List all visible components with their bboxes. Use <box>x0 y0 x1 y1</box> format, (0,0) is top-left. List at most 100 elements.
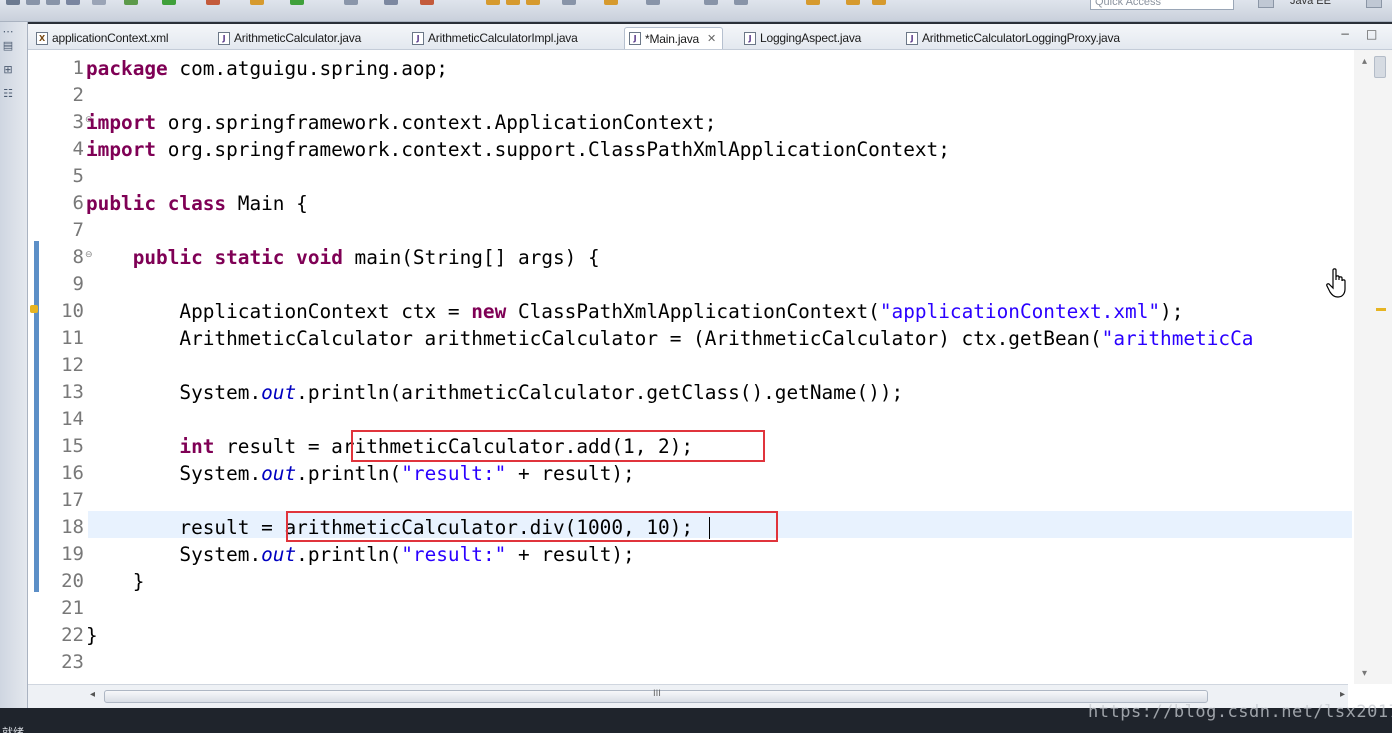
status-text: 就绪 <box>2 726 24 733</box>
line-number: 9 <box>72 273 84 295</box>
code-line: public static void main(String[] args) { <box>132 246 600 269</box>
perspective-java-ee[interactable]: Java EE <box>1290 0 1331 8</box>
highlight-box-div <box>286 511 778 542</box>
outline-icon[interactable]: ☷ <box>1 88 15 100</box>
java-file-icon: J <box>744 31 756 45</box>
line-number: 5 <box>72 165 84 187</box>
open-type-icon[interactable] <box>420 0 434 5</box>
annotation-icon[interactable] <box>562 0 576 5</box>
run-last-icon[interactable] <box>290 0 304 5</box>
code-text[interactable]: package com.atguigu.spring.aop; import o… <box>86 50 1354 708</box>
new-java-icon[interactable] <box>344 0 358 5</box>
code-editor[interactable]: 1 2 3 4 5 6 7 8 9 10 11 12 13 14 15 16 1… <box>28 50 1392 708</box>
highlight-box-add <box>351 430 765 462</box>
quick-access-input[interactable]: Quick Access <box>1090 0 1234 10</box>
code-line: ApplicationContext ctx = new ClassPathXm… <box>86 300 1184 323</box>
tab-label: ArithmeticCalculator.java <box>234 31 362 45</box>
history-icon[interactable] <box>734 0 748 5</box>
java-file-icon: J <box>218 31 230 45</box>
tab-arithmetic-calculator[interactable]: J ArithmeticCalculator.java <box>214 27 367 49</box>
java-file-icon: J <box>629 32 641 45</box>
external-tools-icon[interactable] <box>250 0 264 5</box>
xml-file-icon: X <box>36 31 48 45</box>
folder-icon[interactable] <box>486 0 500 5</box>
vertical-scroll-thumb[interactable] <box>1374 56 1386 78</box>
hierarchy-icon[interactable]: ⊞ <box>1 64 15 76</box>
debug-icon[interactable] <box>124 0 138 5</box>
code-line: ArithmeticCalculator arithmeticCalculato… <box>86 327 1254 350</box>
new-icon[interactable] <box>6 0 20 5</box>
overview-warning-mark[interactable] <box>1376 308 1386 311</box>
warning-icon[interactable] <box>30 305 38 313</box>
scroll-right-icon[interactable]: ▸ <box>1340 689 1345 700</box>
line-number: 22 <box>61 624 84 646</box>
minimize-icon[interactable]: − <box>1340 27 1350 41</box>
package-explorer-icon[interactable]: ▤ <box>1 40 15 52</box>
line-number: 12 <box>61 354 84 376</box>
print-icon[interactable] <box>46 0 60 5</box>
code-line: import org.springframework.context.Appli… <box>86 111 717 134</box>
line-number-gutter: 1 2 3 4 5 6 7 8 9 10 11 12 13 14 15 16 1… <box>46 50 93 708</box>
quick-diff-bar <box>34 241 39 592</box>
line-number: 14 <box>61 408 84 430</box>
restore-icon[interactable]: ⋯ <box>1 26 15 38</box>
line-number: 3 <box>72 111 84 133</box>
open-folder-icon[interactable] <box>506 0 520 5</box>
hand-cursor-icon <box>1326 268 1346 298</box>
search-icon[interactable] <box>384 0 398 5</box>
line-number: 11 <box>61 327 84 349</box>
line-number: 10 <box>61 300 84 322</box>
annotation-ruler <box>28 50 48 708</box>
line-number: 1 <box>72 57 84 79</box>
save-icon[interactable] <box>26 0 40 5</box>
pin-icon[interactable] <box>646 0 660 5</box>
run-icon[interactable] <box>162 0 176 5</box>
horizontal-scroll-thumb[interactable]: III <box>104 689 1208 703</box>
scroll-up-icon[interactable]: ▴ <box>1362 56 1367 67</box>
line-number: 17 <box>61 489 84 511</box>
tab-main-java[interactable]: J *Main.java ✕ <box>624 27 724 49</box>
scroll-down-icon[interactable]: ▾ <box>1362 668 1367 679</box>
line-number: 7 <box>72 219 84 241</box>
tab-logging-aspect[interactable]: J LoggingAspect.java <box>740 27 867 49</box>
close-icon[interactable]: ✕ <box>707 32 716 45</box>
code-line: } <box>86 570 145 593</box>
line-number: 18 <box>61 516 84 538</box>
copy-icon[interactable] <box>66 0 80 5</box>
tab-label: ArithmeticCalculatorLoggingProxy.java <box>922 31 1120 45</box>
code-line: import org.springframework.context.suppo… <box>86 138 950 161</box>
code-line: System.out.println("result:" + result); <box>86 543 635 566</box>
back-icon[interactable] <box>806 0 820 5</box>
tab-arithmetic-calculator-impl[interactable]: J ArithmeticCalculatorImpl.java <box>408 27 584 49</box>
line-number: 23 <box>61 651 84 673</box>
overview-ruler[interactable]: ▴ ▾ <box>1354 50 1392 684</box>
server-icon[interactable] <box>206 0 220 5</box>
tool-icon[interactable] <box>92 0 106 5</box>
line-number: 8 <box>72 246 84 268</box>
line-number: 21 <box>61 597 84 619</box>
line-number: 15 <box>61 435 84 457</box>
open-perspective-icon[interactable] <box>1258 0 1274 8</box>
package-icon[interactable] <box>526 0 540 5</box>
code-line: } <box>86 624 98 647</box>
editor-tab-bar: X applicationContext.xml J ArithmeticCal… <box>28 24 1392 50</box>
code-line: public class Main { <box>86 192 308 215</box>
line-number: 20 <box>61 570 84 592</box>
watermark-text: https://blog.csdn.net/lsx2017 <box>1088 702 1392 722</box>
text-caret <box>709 517 710 539</box>
perspective-java-icon[interactable] <box>1366 0 1382 8</box>
scroll-grip: III <box>653 689 661 699</box>
tab-label: ArithmeticCalculatorImpl.java <box>428 31 578 45</box>
tab-application-context-xml[interactable]: X applicationContext.xml <box>32 27 174 49</box>
code-line: System.out.println("result:" + result); <box>86 462 635 485</box>
forward-icon[interactable] <box>846 0 860 5</box>
tab-label: LoggingAspect.java <box>760 31 862 45</box>
forward-menu-icon[interactable] <box>872 0 886 5</box>
scroll-left-icon[interactable]: ◂ <box>90 689 95 700</box>
tab-logging-proxy[interactable]: J ArithmeticCalculatorLoggingProxy.java <box>902 27 1126 49</box>
layout-icon[interactable] <box>704 0 718 5</box>
next-annotation-icon[interactable] <box>604 0 618 5</box>
line-number: 4 <box>72 138 84 160</box>
maximize-icon[interactable]: □ <box>1366 27 1377 41</box>
main-toolbar: Quick Access Java EE <box>0 0 1392 22</box>
